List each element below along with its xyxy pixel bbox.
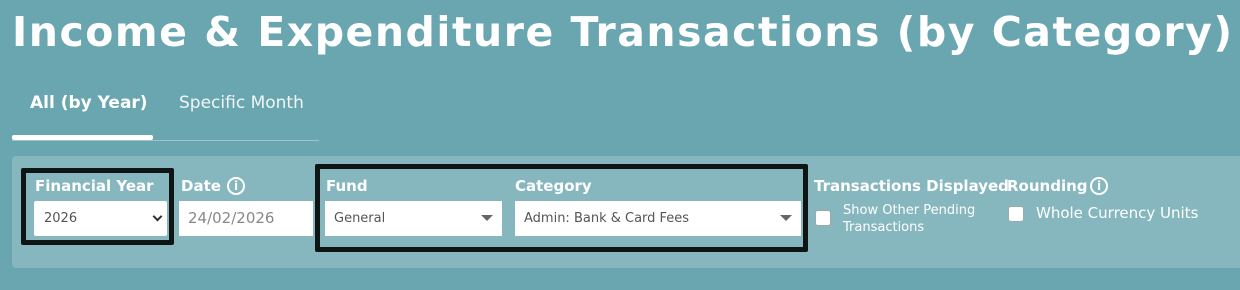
show-pending-label-line2: Transactions (843, 220, 925, 235)
fund-label: Fund (326, 177, 368, 195)
fund-value: General (334, 211, 386, 226)
date-label: Date (181, 177, 221, 195)
page-title: Income & Expenditure Transactions (by Ca… (12, 8, 1234, 56)
show-pending-label-line1: Show Other Pending (843, 203, 976, 218)
caret-down-icon (481, 215, 493, 221)
tab-specific-month[interactable]: Specific Month (179, 93, 304, 133)
tab-all-by-year[interactable]: All (by Year) (30, 93, 148, 133)
category-value: Admin: Bank & Card Fees (524, 211, 690, 226)
financial-year-value: 2026 (44, 211, 78, 226)
date-field[interactable]: 24/02/2026 (179, 201, 313, 236)
fund-select[interactable]: General (325, 201, 502, 236)
info-icon[interactable]: i (227, 177, 245, 195)
caret-down-icon (780, 215, 792, 221)
transactions-displayed-label: Transactions Displayed (814, 177, 1009, 195)
rounding-label: Rounding (1007, 177, 1088, 195)
whole-currency-units-label: Whole Currency Units (1036, 204, 1199, 222)
financial-year-select[interactable]: 2026 (34, 201, 167, 236)
show-pending-checkbox[interactable] (815, 210, 831, 226)
info-icon[interactable]: i (1090, 177, 1108, 195)
financial-year-label: Financial Year (35, 177, 154, 195)
tab-bar: All (by Year) Specific Month (12, 93, 319, 141)
active-tab-indicator (12, 135, 153, 140)
whole-currency-units-checkbox[interactable] (1008, 206, 1024, 222)
category-label: Category (515, 177, 592, 195)
category-select[interactable]: Admin: Bank & Card Fees (515, 201, 801, 236)
chevron-down-icon (152, 211, 163, 222)
